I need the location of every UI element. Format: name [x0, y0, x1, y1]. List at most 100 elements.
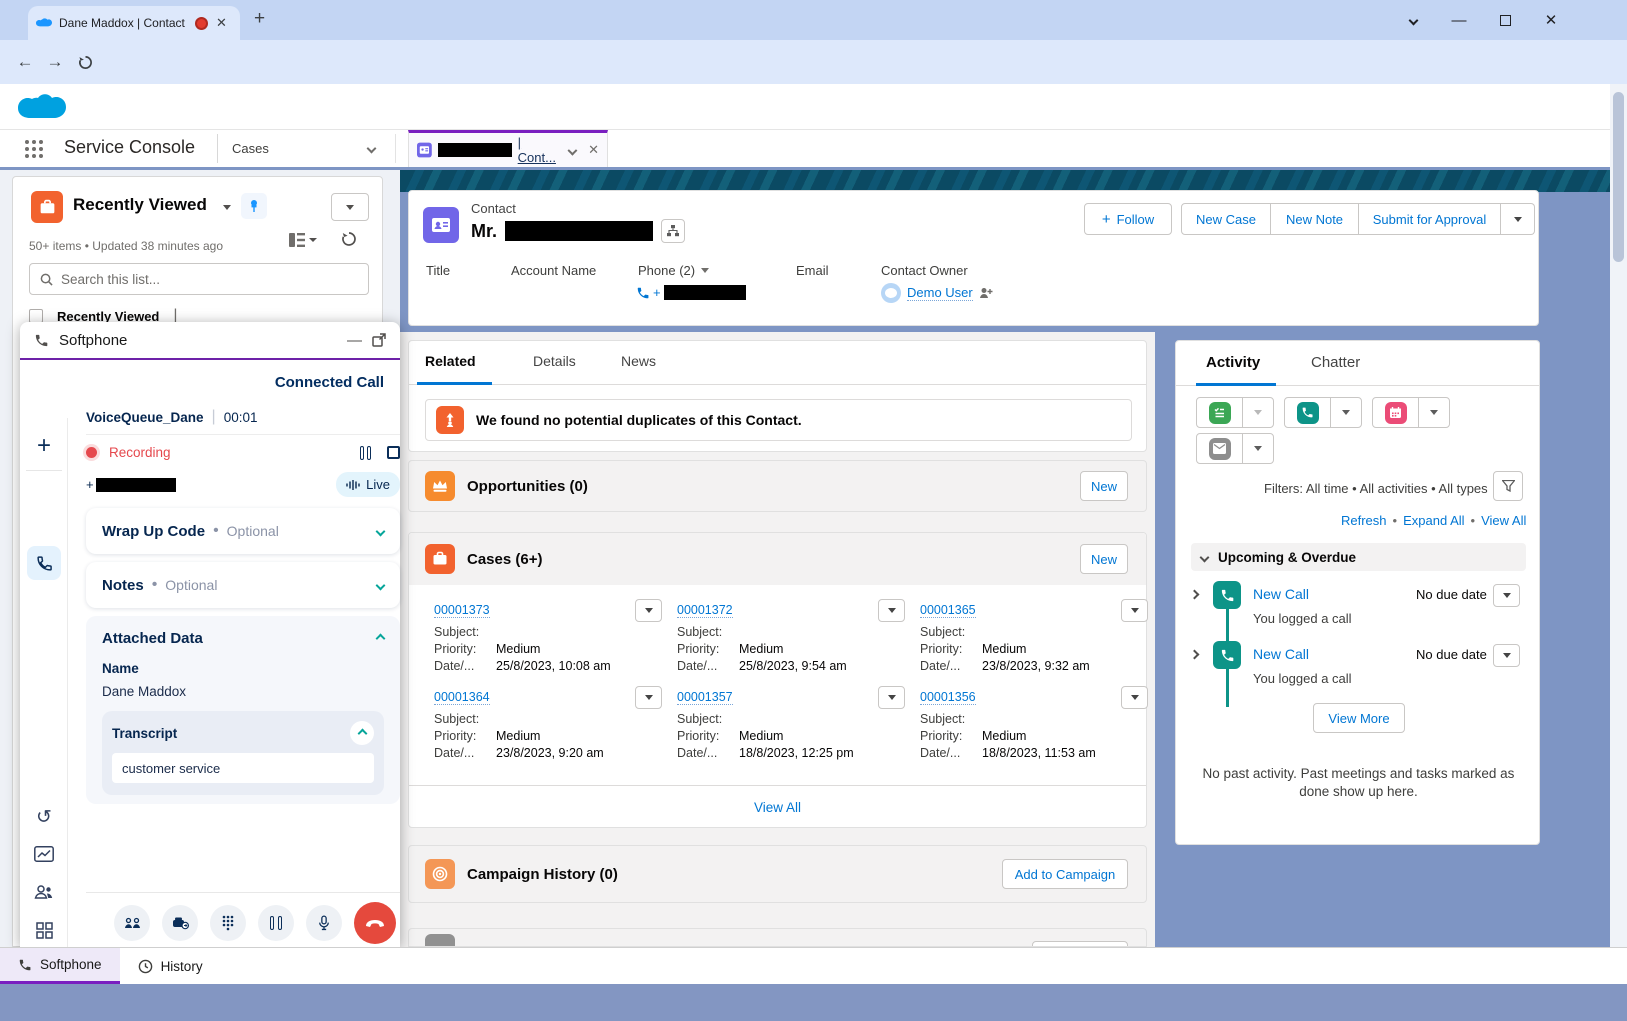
contacts-people-icon[interactable]	[20, 884, 68, 900]
browser-tab[interactable]: Dane Maddox | Contact | Sal ✕	[28, 6, 240, 40]
tab-close-icon[interactable]: ✕	[216, 15, 227, 31]
activity-item-title-link[interactable]: New Call	[1253, 646, 1309, 662]
case-number-link[interactable]: 00001365	[920, 603, 976, 618]
history-icon[interactable]: ↺	[20, 806, 68, 829]
browser-reload-button[interactable]	[70, 47, 100, 77]
softphone-popout-icon[interactable]	[372, 333, 386, 347]
app-launcher-waffle-icon[interactable]	[24, 139, 44, 159]
browser-forward-button[interactable]: →	[40, 47, 70, 77]
notes-accordion[interactable]: Notes • Optional	[86, 562, 400, 608]
dialpad-button[interactable]	[210, 905, 246, 941]
view-hierarchy-button[interactable]	[661, 219, 685, 243]
window-close-button[interactable]: ✕	[1528, 0, 1574, 40]
tab-related[interactable]: Related	[425, 353, 476, 369]
tab-search-chevron-icon[interactable]	[1390, 0, 1436, 40]
new-case-button[interactable]: New Case	[1181, 203, 1271, 235]
conference-call-button[interactable]	[114, 905, 150, 941]
new-task-dropdown[interactable]	[1243, 398, 1273, 427]
browser-back-button[interactable]: ←	[10, 47, 40, 77]
display-as-button[interactable]	[289, 233, 317, 247]
record-tab-dropdown-chevron-icon[interactable]	[568, 145, 578, 155]
utility-history-tab[interactable]: History	[120, 948, 221, 984]
apps-grid-icon[interactable]	[20, 922, 68, 939]
new-call-plus-button[interactable]: +	[20, 432, 68, 460]
opportunities-title[interactable]: Opportunities (0)	[467, 478, 588, 495]
upcoming-overdue-header[interactable]: Upcoming & Overdue	[1191, 543, 1526, 571]
notes-expand-chevron-icon[interactable]	[376, 580, 386, 590]
case-number-link[interactable]: 00001356	[920, 690, 976, 705]
item-expander-icon[interactable]	[1191, 645, 1198, 662]
list-refresh-icon[interactable]	[341, 231, 357, 247]
opportunities-new-button[interactable]: New	[1080, 471, 1128, 501]
utility-softphone-tab[interactable]: Softphone	[0, 948, 120, 984]
softphone-minimize-icon[interactable]: —	[347, 332, 362, 349]
campaign-history-title[interactable]: Campaign History (0)	[467, 866, 618, 883]
follow-button[interactable]: + Follow	[1084, 203, 1172, 235]
opportunities-section[interactable]: Opportunities (0) New	[408, 460, 1147, 512]
more-actions-dropdown-button[interactable]	[1501, 203, 1535, 235]
view-more-button[interactable]: View More	[1313, 703, 1405, 733]
tab-chatter[interactable]: Chatter	[1311, 354, 1360, 371]
nav-tab-cases[interactable]: Cases	[232, 130, 269, 167]
tab-activity[interactable]: Activity	[1206, 354, 1260, 371]
add-to-campaign-button[interactable]: Add to Campaign	[1002, 859, 1128, 889]
campaign-history-section[interactable]: Campaign History (0) Add to Campaign	[408, 845, 1147, 903]
activity-item-dropdown-button[interactable]	[1493, 644, 1520, 667]
case-number-link[interactable]: 00001373	[434, 603, 490, 618]
mute-button[interactable]	[306, 905, 342, 941]
email-button-group[interactable]	[1196, 433, 1274, 464]
window-maximize-button[interactable]	[1482, 0, 1528, 40]
case-row-dropdown-button[interactable]	[1121, 599, 1148, 622]
cases-title[interactable]: Cases (6+)	[467, 551, 542, 568]
email-dropdown[interactable]	[1243, 434, 1273, 463]
new-tab-button[interactable]: +	[254, 8, 265, 30]
record-tab-close-icon[interactable]: ✕	[588, 142, 599, 158]
new-note-button[interactable]: New Note	[1271, 203, 1359, 235]
section-collapse-chevron-icon[interactable]	[1200, 552, 1210, 562]
tab-details[interactable]: Details	[533, 353, 576, 369]
nav-tab-contact-record[interactable]: | Cont... ✕	[408, 130, 608, 167]
case-row-dropdown-button[interactable]	[635, 686, 662, 709]
wrapup-expand-chevron-icon[interactable]	[376, 526, 386, 536]
live-transcription-badge[interactable]: Live	[336, 472, 400, 497]
tab-news[interactable]: News	[621, 353, 656, 369]
field-label-phone[interactable]: Phone (2)	[638, 263, 709, 278]
case-row-dropdown-button[interactable]	[635, 599, 662, 622]
page-scrollbar[interactable]	[1610, 84, 1627, 1021]
end-call-button[interactable]	[354, 902, 396, 944]
list-view-title[interactable]: Recently Viewed	[73, 195, 207, 215]
window-minimize-button[interactable]: —	[1436, 0, 1482, 40]
activity-item-title-link[interactable]: New Call	[1253, 586, 1309, 602]
list-search-input[interactable]: Search this list...	[29, 263, 369, 295]
hold-call-button[interactable]	[258, 905, 294, 941]
new-task-button-group[interactable]	[1196, 397, 1274, 428]
cases-section-header[interactable]: Cases (6+) New	[409, 533, 1146, 585]
case-row-dropdown-button[interactable]	[1121, 686, 1148, 709]
stop-recording-icon[interactable]	[387, 446, 400, 459]
cases-new-button[interactable]: New	[1080, 544, 1128, 574]
list-view-selector-chevron-icon[interactable]	[223, 205, 231, 210]
attached-data-collapse-chevron-icon[interactable]	[376, 634, 386, 644]
active-call-tab[interactable]	[20, 546, 68, 580]
item-expander-icon[interactable]	[1191, 585, 1198, 602]
pin-list-button[interactable]	[241, 193, 267, 219]
activity-filter-button[interactable]	[1493, 471, 1523, 501]
refresh-link[interactable]: Refresh	[1341, 513, 1387, 528]
new-event-dropdown[interactable]	[1419, 398, 1449, 427]
change-owner-icon[interactable]	[979, 287, 993, 299]
log-call-button-group[interactable]	[1284, 397, 1362, 428]
case-number-link[interactable]: 00001364	[434, 690, 490, 705]
cases-tab-dropdown-chevron-icon[interactable]	[368, 130, 375, 167]
new-event-button-group[interactable]	[1372, 397, 1450, 428]
case-number-link[interactable]: 00001357	[677, 690, 733, 705]
case-row-dropdown-button[interactable]	[878, 686, 905, 709]
case-number-link[interactable]: 00001372	[677, 603, 733, 618]
list-actions-dropdown-button[interactable]	[331, 193, 369, 221]
cases-view-all-link[interactable]: View All	[754, 800, 801, 815]
wrap-up-code-accordion[interactable]: Wrap Up Code • Optional	[86, 508, 400, 554]
transfer-call-button[interactable]	[162, 905, 198, 941]
transcript-input[interactable]: customer service	[112, 753, 374, 783]
view-all-link[interactable]: View All	[1481, 513, 1526, 528]
scrollbar-thumb[interactable]	[1613, 92, 1624, 262]
expand-all-link[interactable]: Expand All	[1403, 513, 1464, 528]
